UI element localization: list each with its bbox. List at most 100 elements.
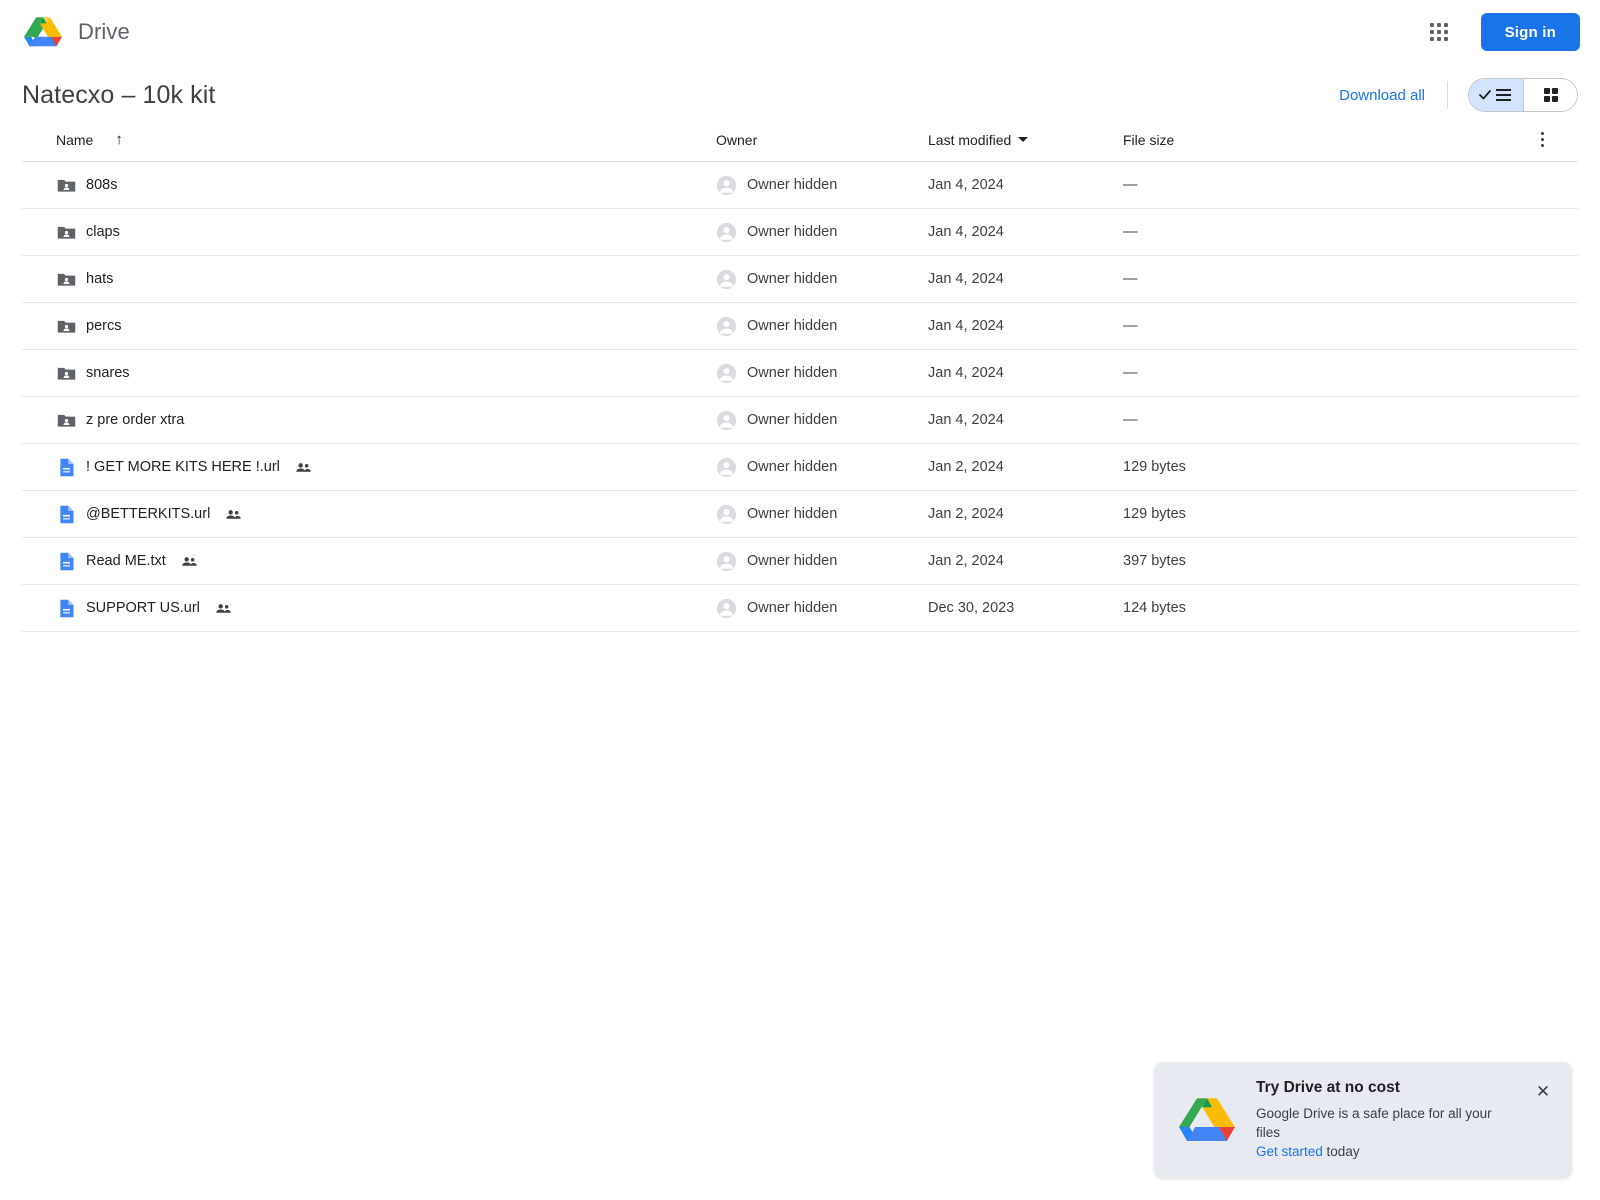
shared-folder-icon [57, 367, 76, 380]
list-view-button[interactable] [1469, 79, 1523, 111]
owner-cell: Owner hidden [716, 269, 928, 290]
promo-link-suffix: today [1322, 1143, 1360, 1159]
avatar [716, 457, 737, 477]
title-row-actions: Download all [1339, 78, 1578, 112]
file-name-label: ! GET MORE KITS HERE !.url [86, 459, 280, 475]
file-size-cell: 129 bytes [1123, 459, 1186, 475]
owner-cell: Owner hidden [716, 551, 928, 572]
grid-view-button[interactable] [1523, 79, 1577, 111]
avatar [716, 175, 737, 195]
owner-label: Owner hidden [747, 318, 838, 334]
last-modified-cell: Jan 4, 2024 [928, 177, 1004, 193]
close-icon[interactable]: ✕ [1530, 1079, 1556, 1105]
file-size-cell: 129 bytes [1123, 506, 1186, 522]
avatar [716, 551, 737, 571]
table-row[interactable]: snares Owner hidden Jan 4, 2024 — [22, 350, 1578, 397]
download-all-link[interactable]: Download all [1339, 87, 1447, 104]
drive-logo [1179, 1098, 1235, 1141]
file-name-label: hats [86, 271, 114, 287]
file-size-cell: — [1123, 412, 1138, 428]
list-view-icon [1479, 89, 1511, 101]
table-row[interactable]: z pre order xtra Owner hidden Jan 4, 2024… [22, 397, 1578, 444]
table-row[interactable]: Read ME.txt Owner hidden Jan 2, 2024 397 b… [22, 538, 1578, 585]
chevron-down-icon [1018, 137, 1029, 142]
owner-cell: Owner hidden [716, 222, 928, 243]
table-header: Name ↑ Owner Last modified File size [22, 118, 1578, 162]
owner-label: Owner hidden [747, 506, 838, 522]
promo-card: Try Drive at no cost Google Drive is a s… [1154, 1061, 1572, 1178]
table-row[interactable]: claps Owner hidden Jan 4, 2024 — [22, 209, 1578, 256]
table-row[interactable]: 808s Owner hidden Jan 4, 2024 — [22, 162, 1578, 209]
promo-body-line: Google Drive is a safe place for all you… [1256, 1105, 1492, 1140]
sign-in-button[interactable]: Sign in [1480, 13, 1580, 51]
column-label-owner: Owner [716, 131, 758, 148]
file-name-cell[interactable]: percs [56, 316, 716, 337]
last-modified-cell: Jan 4, 2024 [928, 318, 1004, 334]
file-name-label: percs [86, 318, 122, 334]
file-name-label: @BETTERKITS.url [86, 506, 211, 522]
file-size-cell: — [1123, 271, 1138, 287]
more-vertical-icon[interactable] [1528, 126, 1556, 154]
file-name-cell[interactable]: z pre order xtra [56, 410, 716, 431]
last-modified-cell: Jan 4, 2024 [928, 224, 1004, 240]
document-file-icon [60, 458, 74, 476]
table-row[interactable]: SUPPORT US.url Owner hidden Dec 30, 2023 1… [22, 585, 1578, 632]
last-modified-cell: Jan 4, 2024 [928, 412, 1004, 428]
table-row[interactable]: @BETTERKITS.url Owner hidden Jan 2, 2024 1… [22, 491, 1578, 538]
shared-people-icon [296, 462, 311, 472]
shared-folder-icon [57, 273, 76, 286]
file-name-cell[interactable]: 808s [56, 175, 716, 196]
avatar [716, 598, 737, 618]
file-size-cell: — [1123, 318, 1138, 334]
file-table: Name ↑ Owner Last modified File size 808… [0, 118, 1600, 632]
table-row[interactable]: hats Owner hidden Jan 4, 2024 — [22, 256, 1578, 303]
file-name-cell[interactable]: @BETTERKITS.url [56, 504, 716, 525]
document-file-icon [60, 505, 74, 523]
file-name-cell[interactable]: hats [56, 269, 716, 290]
column-label-name: Name [56, 131, 94, 148]
column-header-owner[interactable]: Owner [716, 132, 928, 148]
last-modified-cell: Dec 30, 2023 [928, 600, 1015, 616]
file-size-cell: — [1123, 177, 1138, 193]
avatar [716, 222, 737, 242]
page-title: Natecxo – 10k kit [22, 80, 216, 109]
get-started-link[interactable]: Get started [1256, 1144, 1323, 1159]
owner-label: Owner hidden [747, 459, 838, 475]
grid-view-icon [1543, 88, 1558, 102]
file-size-cell: 397 bytes [1123, 553, 1186, 569]
owner-label: Owner hidden [747, 365, 838, 381]
column-header-file-size[interactable]: File size [1123, 132, 1323, 148]
owner-cell: Owner hidden [716, 316, 928, 337]
file-name-cell[interactable]: Read ME.txt [56, 551, 716, 572]
column-header-last-modified[interactable]: Last modified [928, 132, 1123, 148]
file-name-label: 808s [86, 177, 118, 193]
shared-folder-icon [57, 226, 76, 239]
file-name-label: claps [86, 224, 120, 240]
file-size-cell: 124 bytes [1123, 600, 1186, 616]
apps-grid-icon[interactable] [1419, 12, 1459, 52]
file-name-cell[interactable]: ! GET MORE KITS HERE !.url [56, 457, 716, 478]
table-body: 808s Owner hidden Jan 4, 2024 — claps Owne… [22, 162, 1578, 632]
table-row[interactable]: ! GET MORE KITS HERE !.url Owner hidden J… [22, 444, 1578, 491]
owner-cell: Owner hidden [716, 175, 928, 196]
last-modified-cell: Jan 4, 2024 [928, 271, 1004, 287]
title-row: Natecxo – 10k kit Download all [0, 64, 1600, 118]
shared-people-icon [216, 603, 231, 613]
file-name-cell[interactable]: snares [56, 363, 716, 384]
file-name-cell[interactable]: SUPPORT US.url [56, 598, 716, 619]
drive-brand[interactable]: Drive [22, 13, 130, 51]
owner-label: Owner hidden [747, 553, 838, 569]
owner-cell: Owner hidden [716, 504, 928, 525]
drive-logo [24, 17, 62, 47]
document-file-icon [60, 599, 74, 617]
table-row[interactable]: percs Owner hidden Jan 4, 2024 — [22, 303, 1578, 350]
column-header-name[interactable]: Name ↑ [56, 132, 716, 148]
document-file-icon [60, 552, 74, 570]
shared-people-icon [226, 509, 242, 519]
last-modified-cell: Jan 2, 2024 [928, 553, 1004, 569]
column-header-actions [1528, 126, 1556, 154]
file-size-cell: — [1123, 224, 1138, 240]
last-modified-cell: Jan 4, 2024 [928, 365, 1004, 381]
owner-label: Owner hidden [747, 177, 838, 193]
file-name-cell[interactable]: claps [56, 222, 716, 243]
